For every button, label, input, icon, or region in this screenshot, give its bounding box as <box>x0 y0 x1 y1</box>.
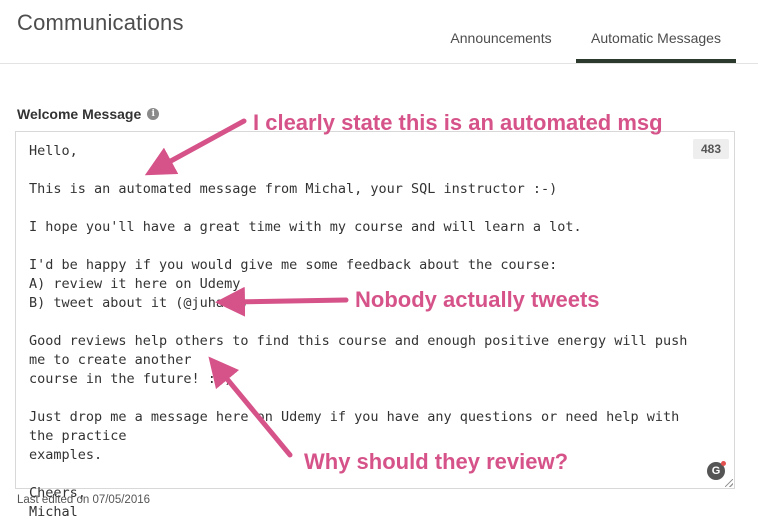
last-edited-text: Last edited on 07/05/2016 <box>17 494 151 506</box>
annotation-1: I clearly state this is an automated msg <box>253 110 663 135</box>
char-count-badge: 483 <box>692 139 729 159</box>
welcome-message-label-row: Welcome Message i <box>17 106 160 122</box>
tab-automatic-messages[interactable]: Automatic Messages <box>576 30 736 63</box>
welcome-message-label: Welcome Message <box>17 106 142 122</box>
grammarly-dot <box>721 461 726 466</box>
header-divider <box>0 63 758 64</box>
grammarly-icon[interactable]: G <box>707 461 726 480</box>
page-title: Communications <box>17 10 184 35</box>
info-icon[interactable]: i <box>147 108 160 120</box>
annotation-2: Nobody actually tweets <box>355 287 600 312</box>
tab-announcements[interactable]: Announcements <box>426 30 576 62</box>
annotation-3: Why should they review? <box>304 449 569 474</box>
resize-handle[interactable] <box>725 479 733 487</box>
tab-bar: Announcements Automatic Messages <box>426 30 736 63</box>
